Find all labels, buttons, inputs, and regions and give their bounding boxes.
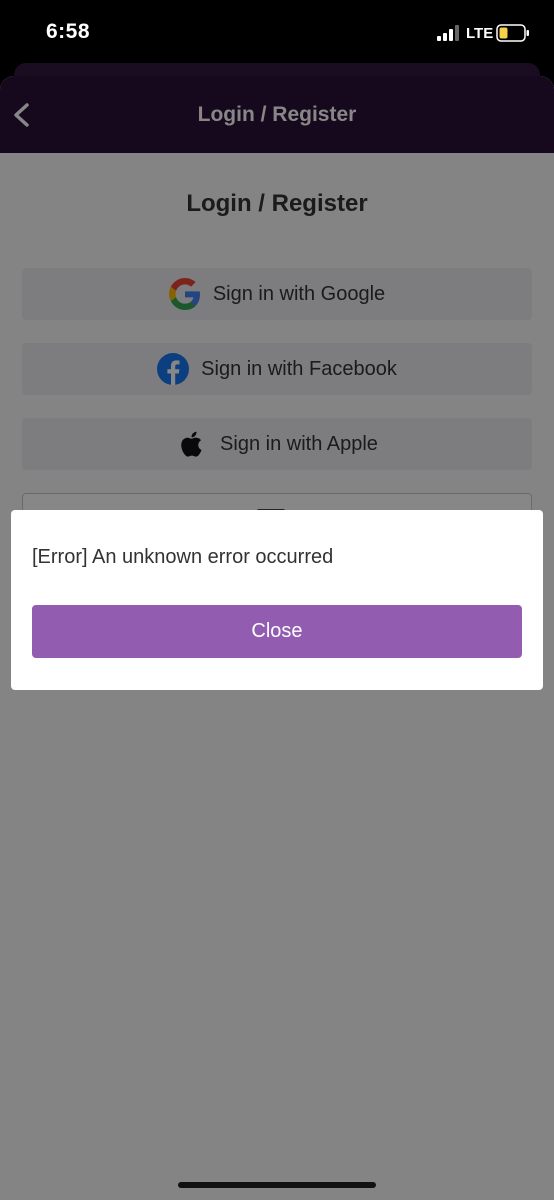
phone-screen: 6:58 LTE Login / Register Login / Regist…	[0, 0, 554, 1200]
error-message: [Error] An unknown error occurred	[32, 546, 334, 568]
error-dialog: [Error] An unknown error occurred Close	[11, 510, 543, 690]
cellular-signal-icon	[437, 25, 459, 41]
status-time: 6:58	[46, 20, 91, 43]
battery-icon	[496, 24, 529, 42]
home-indicator[interactable]	[178, 1182, 376, 1188]
status-bar: 6:58 LTE	[0, 0, 554, 66]
close-button[interactable]: Close	[32, 605, 522, 658]
network-label: LTE	[466, 25, 494, 42]
